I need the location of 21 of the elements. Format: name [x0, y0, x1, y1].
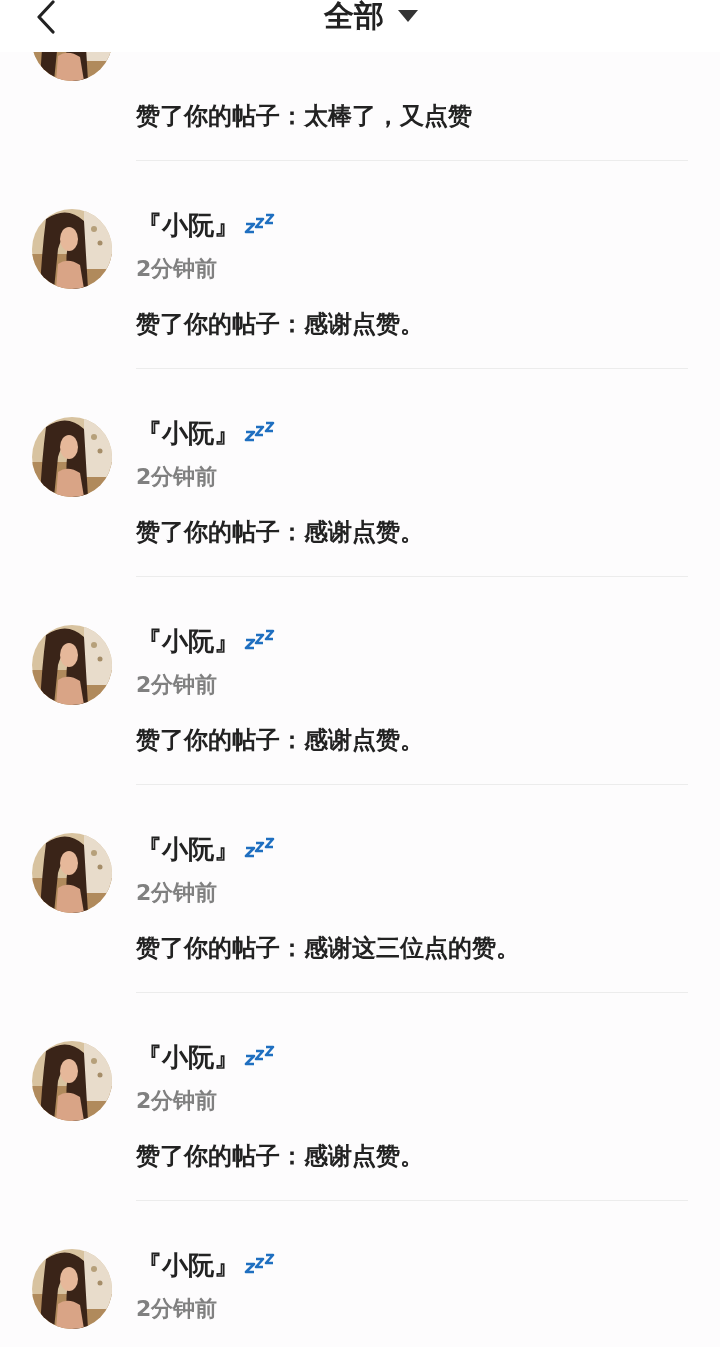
timestamp: 2分钟前 [136, 1295, 219, 1323]
user-name[interactable]: 『小阮』 [136, 833, 240, 865]
timestamp: 2分钟前 [136, 463, 219, 491]
user-name[interactable]: 『小阮』 [136, 417, 240, 449]
timestamp: 2分钟前 [136, 879, 219, 907]
filter-dropdown[interactable]: 全部 [324, 0, 418, 36]
user-name[interactable]: 『小阮』 [136, 1249, 240, 1281]
user-name[interactable]: 『小阮』 [136, 1041, 240, 1073]
notification-message: 赞了你的帖子：感谢点赞。 [136, 1141, 425, 1172]
timestamp: 2分钟前 [136, 255, 219, 283]
notification-message: 赞了你的帖子：感谢点赞。 [136, 309, 425, 340]
user-name[interactable]: 『小阮』 [136, 625, 240, 657]
notification-message: 赞了你的帖子：感谢点赞。 [136, 517, 425, 548]
notification-message: 赞了你的帖子：太棒了，又点赞 [136, 101, 473, 132]
caret-icon [398, 10, 418, 22]
notification-message: 赞了你的帖子：感谢点赞。 [136, 725, 425, 756]
back-icon[interactable] [36, 0, 56, 34]
notification-message: 赞了你的帖子：感谢这三位点的赞。 [136, 933, 521, 964]
timestamp: 2分钟前 [136, 671, 219, 699]
user-name[interactable]: 『小阮』 [136, 209, 240, 241]
timestamp: 2分钟前 [136, 1087, 219, 1115]
